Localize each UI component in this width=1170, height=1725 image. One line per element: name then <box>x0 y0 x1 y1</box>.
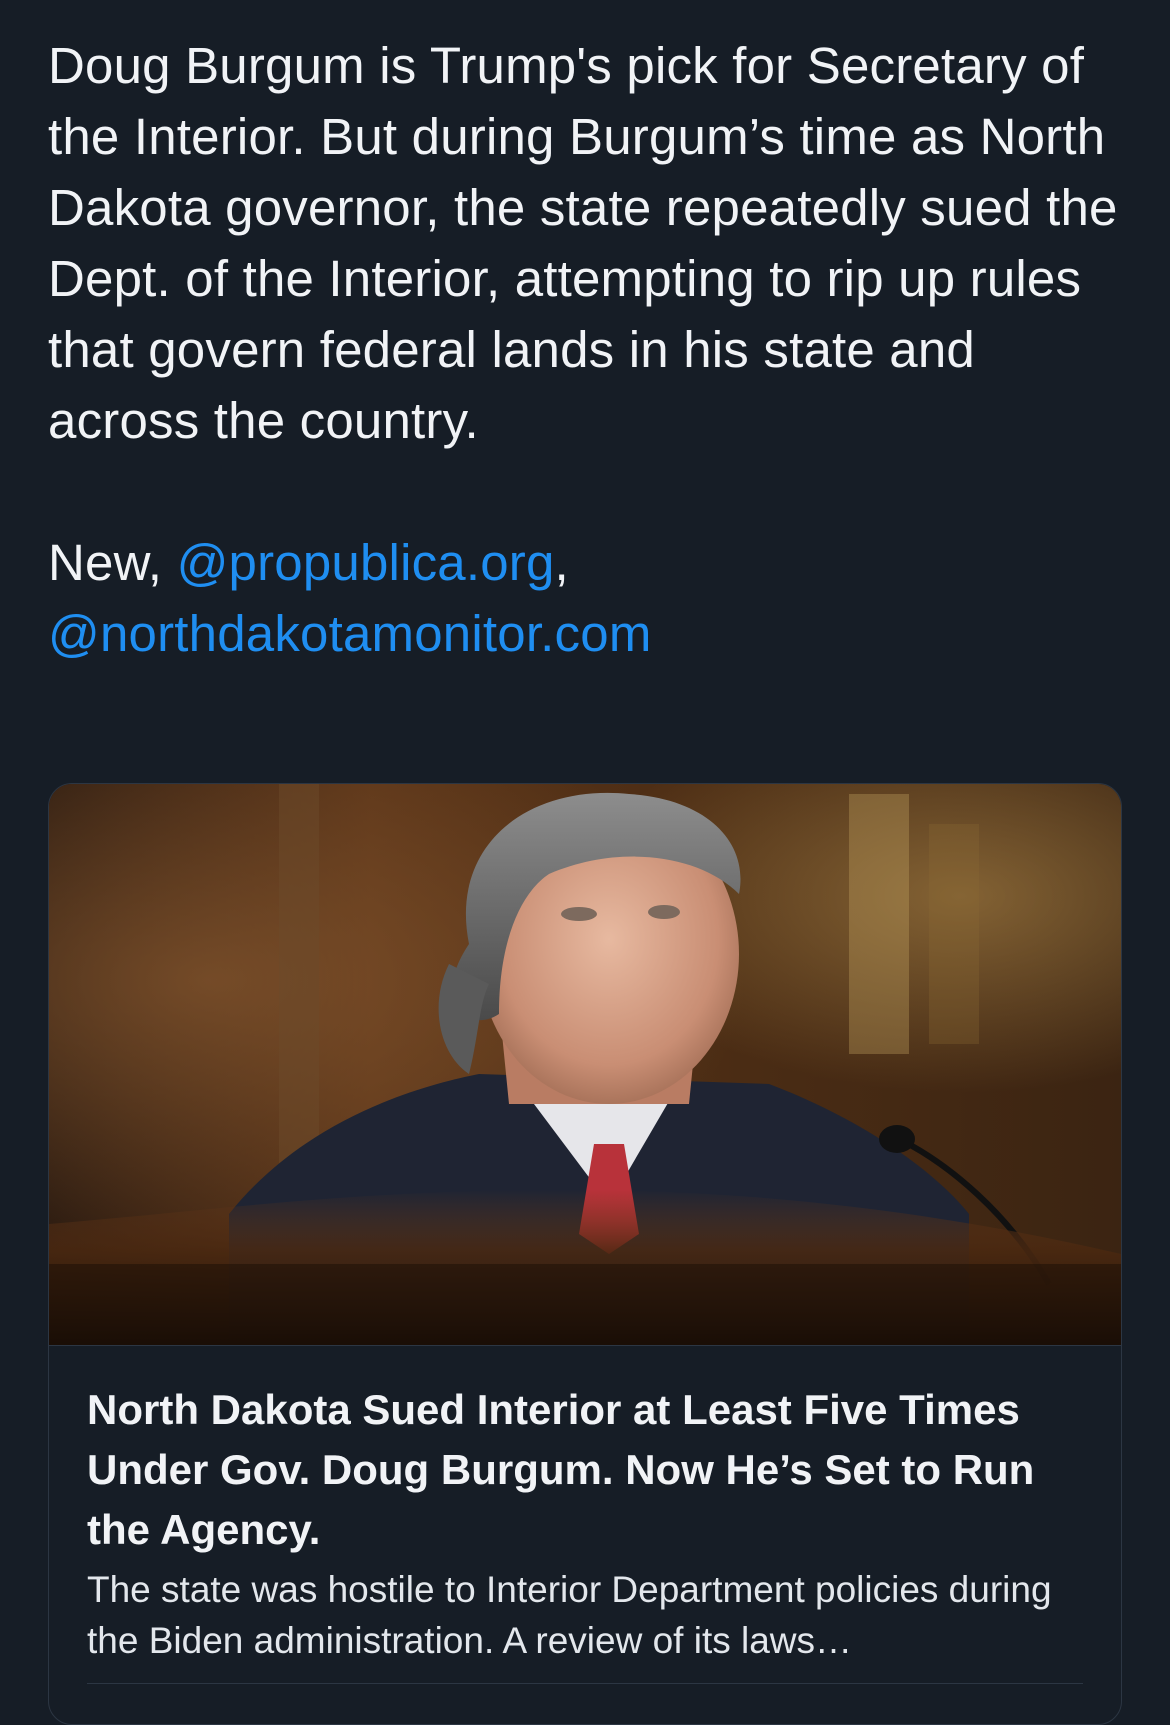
post-paragraph: Doug Burgum is Trump's pick for Secretar… <box>48 37 1118 449</box>
mentions-prefix: New, <box>48 534 177 591</box>
post-text: Doug Burgum is Trump's pick for Secretar… <box>48 30 1128 669</box>
mention-propublica-link[interactable]: @propublica.org <box>177 534 555 591</box>
card-title[interactable]: North Dakota Sued Interior at Least Five… <box>87 1380 1083 1560</box>
card-photo <box>49 784 1121 1345</box>
post: Doug Burgum is Trump's pick for Secretar… <box>48 30 1128 669</box>
card-description: The state was hostile to Interior Depart… <box>87 1569 1052 1661</box>
mention-separator: , <box>554 534 569 591</box>
card-image[interactable] <box>49 784 1121 1345</box>
card-body[interactable]: North Dakota Sued Interior at Least Five… <box>49 1346 1121 1666</box>
link-preview-card[interactable]: North Dakota Sued Interior at Least Five… <box>48 783 1122 1725</box>
card-bottom-rule <box>87 1683 1083 1684</box>
mention-northdakotamonitor-link[interactable]: @northdakotamonitor.com <box>48 605 652 662</box>
post-mentions-paragraph: New, @propublica.org, @northdakotamonitor… <box>48 527 1128 669</box>
